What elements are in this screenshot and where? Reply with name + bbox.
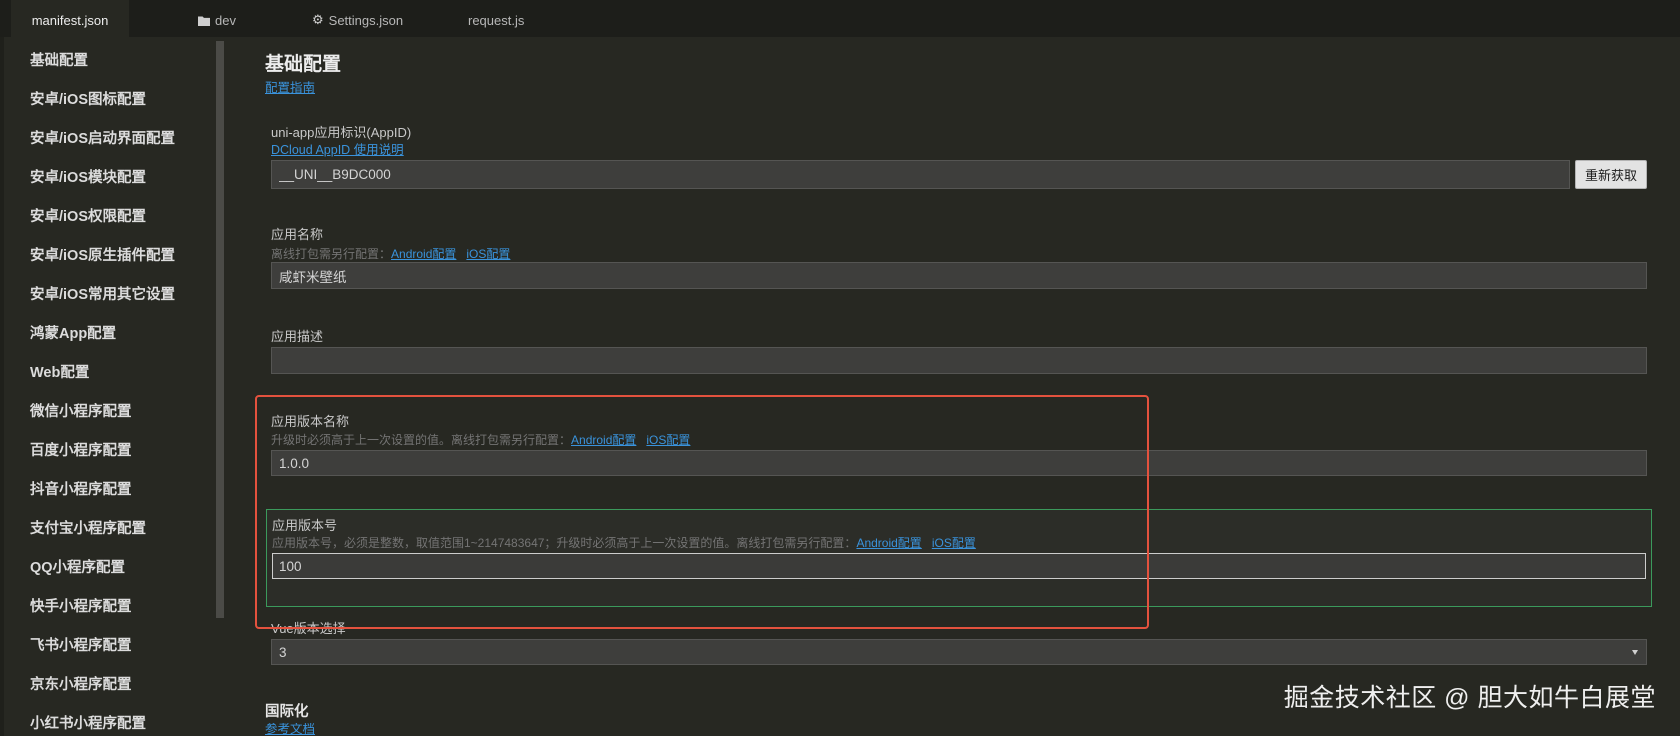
sidebar-item-xiaohongshu-miniprogram[interactable]: 小红书小程序配置 <box>0 705 214 736</box>
tab-bar: manifest.json dev Settings.json request.… <box>0 0 1680 37</box>
appid-help-link[interactable]: DCloud AppID 使用说明 <box>271 142 404 158</box>
gear-icon <box>312 14 324 27</box>
sidebar-item-qq-miniprogram[interactable]: QQ小程序配置 <box>0 549 214 588</box>
appid-label: uni-app应用标识(AppID) <box>271 125 412 140</box>
app-description-input[interactable] <box>271 347 1647 374</box>
app-name-android-link[interactable]: Android配置 <box>391 247 456 261</box>
version-name-hint: 升级时必须高于上一次设置的值。离线打包需另行配置：Android配置 iOS配置 <box>271 433 690 448</box>
version-code-ios-link[interactable]: iOS配置 <box>932 536 976 550</box>
i18n-section-title: 国际化 <box>265 704 309 720</box>
sidebar-item-harmony-app[interactable]: 鸿蒙App配置 <box>0 315 214 354</box>
version-code-label: 应用版本号 <box>272 518 338 533</box>
version-name-label: 应用版本名称 <box>271 414 350 429</box>
sidebar-item-kuaishou-miniprogram[interactable]: 快手小程序配置 <box>0 588 214 627</box>
sidebar-item-web[interactable]: Web配置 <box>0 354 214 393</box>
sidebar-item-android-ios-splash[interactable]: 安卓/iOS启动界面配置 <box>0 120 214 159</box>
sidebar-item-baidu-miniprogram[interactable]: 百度小程序配置 <box>0 432 214 471</box>
tab-request-js[interactable]: request.js <box>468 0 524 37</box>
sidebar-scrollbar[interactable] <box>216 41 224 618</box>
tab-settings-json[interactable]: Settings.json <box>312 0 403 37</box>
tab-dev[interactable]: dev <box>198 0 236 37</box>
version-code-input[interactable] <box>272 553 1646 579</box>
appid-input[interactable] <box>271 160 1570 189</box>
sidebar-item-android-ios-permissions[interactable]: 安卓/iOS权限配置 <box>0 198 214 237</box>
watermark: 掘金技术社区 @ 胆大如牛白展堂 <box>1283 684 1656 712</box>
app-name-hint: 离线打包需另行配置：Android配置 iOS配置 <box>271 247 510 262</box>
page-title: 基础配置 <box>265 54 342 75</box>
app-description-label: 应用描述 <box>271 329 324 344</box>
sidebar-list: 基础配置 安卓/iOS图标配置 安卓/iOS启动界面配置 安卓/iOS模块配置 … <box>0 42 214 736</box>
refresh-appid-button[interactable]: 重新获取 <box>1575 160 1647 189</box>
app-name-input[interactable] <box>271 262 1647 289</box>
sidebar-item-android-ios-other-settings[interactable]: 安卓/iOS常用其它设置 <box>0 276 214 315</box>
sidebar: 基础配置 安卓/iOS图标配置 安卓/iOS启动界面配置 安卓/iOS模块配置 … <box>0 37 225 736</box>
vue-version-select[interactable]: 3 <box>271 639 1647 665</box>
i18n-doc-link[interactable]: 参考文档 <box>265 723 315 736</box>
tab-label: manifest.json <box>31 13 109 28</box>
sidebar-item-android-ios-modules[interactable]: 安卓/iOS模块配置 <box>0 159 214 198</box>
folder-icon <box>198 16 210 26</box>
config-guide-link[interactable]: 配置指南 <box>265 80 315 96</box>
sidebar-item-douyin-miniprogram[interactable]: 抖音小程序配置 <box>0 471 214 510</box>
sidebar-item-alipay-miniprogram[interactable]: 支付宝小程序配置 <box>0 510 214 549</box>
version-name-ios-link[interactable]: iOS配置 <box>646 433 690 447</box>
tab-manifest-json[interactable]: manifest.json <box>11 0 129 37</box>
tab-label: Settings.json <box>328 13 404 28</box>
version-name-input[interactable] <box>271 450 1647 476</box>
tab-label: dev <box>215 13 236 28</box>
version-code-hint-text: 应用版本号，必须是整数，取值范围1~2147483647；升级时必须高于上一次设… <box>272 535 857 550</box>
sidebar-item-jd-miniprogram[interactable]: 京东小程序配置 <box>0 666 214 705</box>
app-name-hint-text: 离线打包需另行配置： <box>271 246 392 261</box>
app-name-ios-link[interactable]: iOS配置 <box>466 247 510 261</box>
sidebar-item-android-ios-icons[interactable]: 安卓/iOS图标配置 <box>0 81 214 120</box>
version-name-android-link[interactable]: Android配置 <box>571 433 636 447</box>
version-name-hint-text: 升级时必须高于上一次设置的值。离线打包需另行配置： <box>271 432 572 447</box>
vue-version-label: Vue版本选择 <box>271 621 346 636</box>
app-name-label: 应用名称 <box>271 227 324 242</box>
sidebar-item-feishu-miniprogram[interactable]: 飞书小程序配置 <box>0 627 214 666</box>
version-code-group: 应用版本号 应用版本号，必须是整数，取值范围1~2147483647；升级时必须… <box>266 509 1652 607</box>
sidebar-item-basic-config[interactable]: 基础配置 <box>0 42 214 81</box>
vue-version-value: 3 <box>279 644 287 660</box>
chevron-down-icon <box>1632 649 1638 655</box>
sidebar-item-android-ios-native-plugins[interactable]: 安卓/iOS原生插件配置 <box>0 237 214 276</box>
version-code-hint: 应用版本号，必须是整数，取值范围1~2147483647；升级时必须高于上一次设… <box>272 536 976 551</box>
sidebar-item-weixin-miniprogram[interactable]: 微信小程序配置 <box>0 393 214 432</box>
version-code-android-link[interactable]: Android配置 <box>856 536 921 550</box>
tab-label: request.js <box>468 13 525 28</box>
